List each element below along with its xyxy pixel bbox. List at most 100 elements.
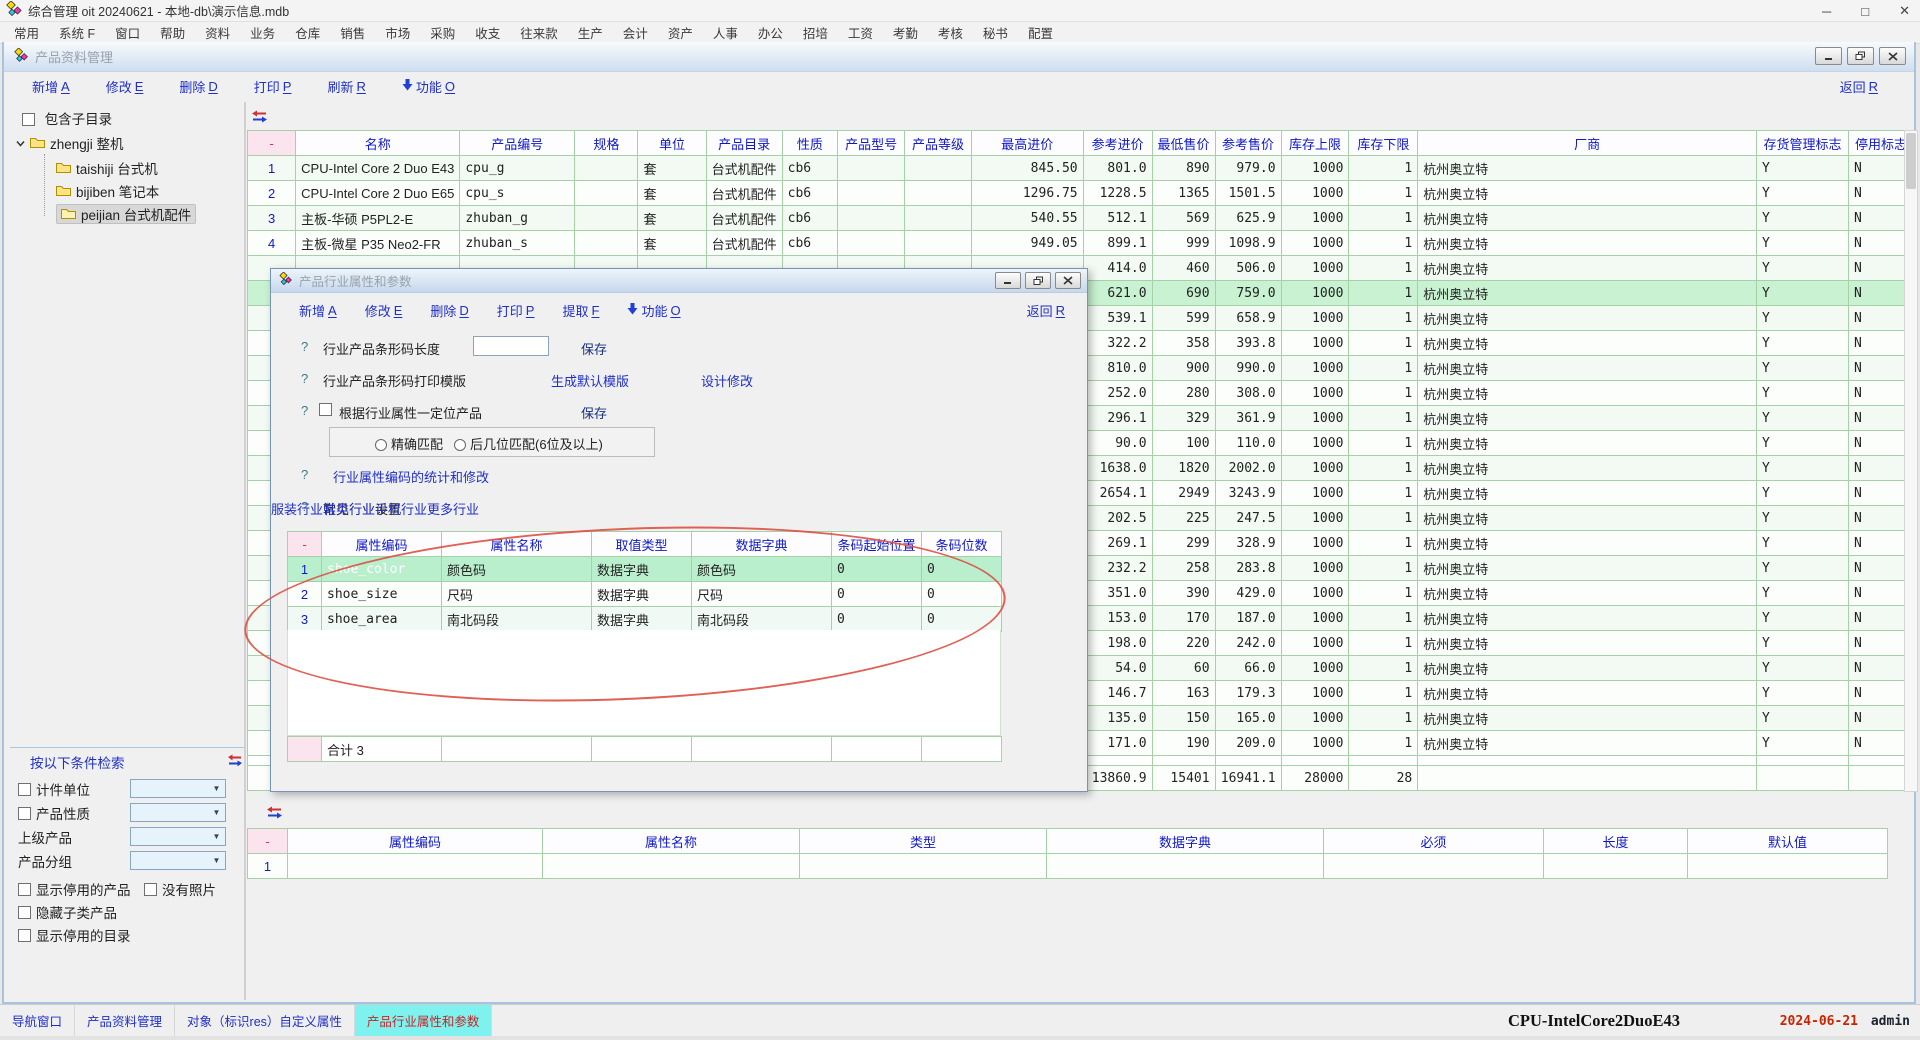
dialog-minimize-button[interactable]	[995, 272, 1021, 289]
cell[interactable]: 153.0	[1083, 606, 1152, 631]
column-header-单位[interactable]: 单位	[638, 131, 706, 156]
cell[interactable]: 杭州奥立特	[1418, 481, 1757, 506]
cell[interactable]: 杭州奥立特	[1418, 256, 1757, 281]
industry-link-手机行业[interactable]: 手机行业	[375, 502, 427, 517]
cell[interactable]	[543, 854, 800, 879]
cell[interactable]: Y	[1757, 531, 1849, 556]
cell[interactable]: 135.0	[1083, 706, 1152, 731]
cell[interactable]: 1	[248, 156, 296, 181]
cell[interactable]: Y	[1757, 256, 1849, 281]
cell[interactable]: 0	[922, 607, 1002, 632]
maximize-icon[interactable]: □	[1861, 4, 1869, 19]
cell[interactable]: 658.9	[1215, 306, 1281, 331]
chevron-down-icon[interactable]	[16, 136, 25, 151]
cell[interactable]: 杭州奥立特	[1418, 606, 1757, 631]
cell[interactable]: 258	[1152, 556, 1215, 581]
cell[interactable]: 1228.5	[1083, 181, 1152, 206]
toolbar-item-修改[interactable]: 修改E	[106, 77, 144, 96]
column-header-参考售价[interactable]: 参考售价	[1215, 131, 1281, 156]
menu-item-考勤[interactable]: 考勤	[883, 21, 928, 44]
cell[interactable]: 299	[1152, 531, 1215, 556]
dialog-titlebar[interactable]: 产品行业属性和参数	[271, 269, 1087, 293]
cell[interactable]: 170	[1152, 606, 1215, 631]
toolbar-item-功能[interactable]: 功能O	[402, 77, 455, 96]
cell[interactable]: cpu_s	[460, 181, 575, 206]
cell[interactable]: 198.0	[1083, 631, 1152, 656]
menu-item-考核[interactable]: 考核	[928, 21, 973, 44]
cell[interactable]: 322.2	[1083, 331, 1152, 356]
column-header-长度[interactable]: 长度	[1544, 829, 1688, 854]
toolbar-item-修改[interactable]: 修改E	[365, 301, 403, 320]
cell[interactable]: 1000	[1281, 231, 1349, 256]
cell[interactable]: 套	[638, 181, 706, 206]
cell[interactable]: 329	[1152, 406, 1215, 431]
column-header-名称[interactable]: 名称	[296, 131, 460, 156]
cell[interactable]: 1000	[1281, 156, 1349, 181]
column-header-属性名称[interactable]: 属性名称	[442, 532, 592, 557]
cell[interactable]: 3	[248, 206, 296, 231]
cell[interactable]: 1000	[1281, 406, 1349, 431]
cell[interactable]: 杭州奥立特	[1418, 406, 1757, 431]
cell[interactable]: Y	[1757, 381, 1849, 406]
search-arrows-icon[interactable]	[228, 754, 242, 769]
column-header-最高进价[interactable]: 最高进价	[971, 131, 1083, 156]
minimize-icon[interactable]: ─	[1822, 4, 1831, 19]
cell[interactable]: shoe_color	[322, 557, 442, 582]
cell[interactable]: 599	[1152, 306, 1215, 331]
save-locate-link[interactable]: 保存	[581, 403, 607, 422]
cell[interactable]: Y	[1757, 456, 1849, 481]
menu-item-采购[interactable]: 采购	[420, 21, 465, 44]
cell[interactable]	[575, 156, 638, 181]
cell[interactable]: 杭州奥立特	[1418, 581, 1757, 606]
cell[interactable]: 杭州奥立特	[1418, 356, 1757, 381]
table-row[interactable]: 2shoe_size尺码数据字典尺码00	[288, 582, 1002, 607]
column-header-minus[interactable]: -	[248, 829, 288, 854]
cell[interactable]: 801.0	[1083, 156, 1152, 181]
cell[interactable]: zhuban_g	[460, 206, 575, 231]
cell[interactable]: Y	[1757, 356, 1849, 381]
cell[interactable]: 套	[638, 206, 706, 231]
cell[interactable]: Y	[1757, 231, 1849, 256]
cell[interactable]	[838, 231, 905, 256]
cell[interactable]: 280	[1152, 381, 1215, 406]
cell[interactable]: 数据字典	[592, 582, 692, 607]
back-button[interactable]: 返回R	[1027, 301, 1065, 320]
cell[interactable]: 杭州奥立特	[1418, 681, 1757, 706]
cell[interactable]: 690	[1152, 281, 1215, 306]
cell[interactable]: 759.0	[1215, 281, 1281, 306]
cell[interactable]: 1	[1349, 531, 1418, 556]
cell[interactable]: 1638.0	[1083, 456, 1152, 481]
cell[interactable]: Y	[1757, 406, 1849, 431]
menu-item-销售[interactable]: 销售	[330, 21, 375, 44]
locate-arrows-icon[interactable]	[252, 110, 267, 126]
cell[interactable]: 2	[288, 582, 322, 607]
cell[interactable]: 1	[1349, 406, 1418, 431]
cell[interactable]: 2654.1	[1083, 481, 1152, 506]
column-header-数据字典[interactable]: 数据字典	[692, 532, 832, 557]
cell[interactable]: 杭州奥立特	[1418, 556, 1757, 581]
menu-item-窗口[interactable]: 窗口	[105, 21, 150, 44]
cell[interactable]: 171.0	[1083, 731, 1152, 756]
cell[interactable]: shoe_size	[322, 582, 442, 607]
toolbar-item-刷新[interactable]: 刷新R	[327, 77, 365, 96]
menu-item-生产[interactable]: 生产	[568, 21, 613, 44]
tree-item-taishiji[interactable]: taishiji 台式机	[56, 158, 158, 178]
cell[interactable]: 90.0	[1083, 431, 1152, 456]
cell[interactable]: 209.0	[1215, 731, 1281, 756]
child-titlebar[interactable]: 产品资料管理	[4, 42, 1914, 72]
toolbar-item-打印[interactable]: 打印P	[254, 77, 292, 96]
cell[interactable]: 1	[1349, 556, 1418, 581]
cell[interactable]	[1324, 854, 1544, 879]
cell[interactable]: 163	[1152, 681, 1215, 706]
cell[interactable]: 1000	[1281, 331, 1349, 356]
cell[interactable]: 110.0	[1215, 431, 1281, 456]
cell[interactable]	[1544, 854, 1688, 879]
cell[interactable]: cb6	[782, 206, 837, 231]
suffix-match-radio[interactable]	[454, 439, 466, 451]
table-row[interactable]: 1	[248, 854, 1888, 879]
filter-dropdown[interactable]: ▼	[130, 827, 226, 846]
cell[interactable]: 506.0	[1215, 256, 1281, 281]
menu-item-工资[interactable]: 工资	[838, 21, 883, 44]
cell[interactable]: 328.9	[1215, 531, 1281, 556]
cell[interactable]: 351.0	[1083, 581, 1152, 606]
